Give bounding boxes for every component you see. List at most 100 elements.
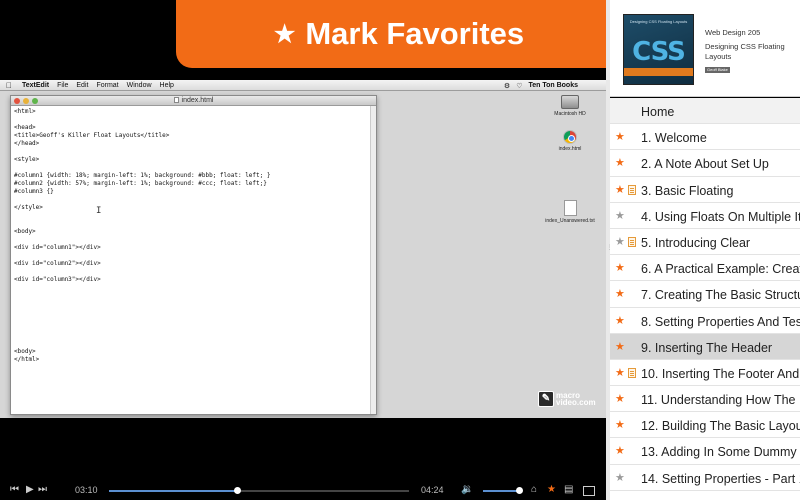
- banner-text: Mark Favorites: [305, 16, 525, 51]
- menubar-item-file: File: [57, 81, 69, 89]
- favorite-star-icon[interactable]: ★: [615, 471, 625, 484]
- volume-icon[interactable]: 🔉: [461, 484, 473, 495]
- lesson-item[interactable]: ★ 1. Welcome: [610, 124, 800, 151]
- fast-forward-icon[interactable]: ⏭: [38, 484, 47, 495]
- cover-logo: CSS: [632, 37, 686, 67]
- favorite-star-icon[interactable]: ★: [615, 261, 625, 274]
- lesson-item[interactable]: ★ 2. A Note About Set Up: [610, 150, 800, 177]
- lesson-item[interactable]: ★ 11. Understanding How The La: [610, 386, 800, 413]
- mac-menubar:  TextEdit File Edit Format Window Help …: [0, 80, 606, 91]
- course-cover: Designing CSS Floating Layouts CSS: [623, 14, 694, 85]
- minimize-light-icon: [23, 98, 29, 104]
- lesson-label: 1. Welcome: [641, 131, 707, 146]
- progress-fill[interactable]: [109, 490, 238, 492]
- favorite-star-icon[interactable]: ★: [615, 130, 625, 143]
- course-info: Web Design 205 Designing CSS Floating La…: [705, 28, 800, 74]
- lesson-label: 13. Adding In Some Dummy Co: [641, 445, 800, 460]
- rewind-icon[interactable]: ⏮: [10, 484, 19, 495]
- menubar-item-window: Window: [126, 81, 152, 89]
- volume-handle[interactable]: [516, 487, 523, 494]
- code-line: <html>: [14, 108, 36, 115]
- course-series: Web Design 205: [705, 28, 761, 37]
- video-frame[interactable]:  TextEdit File Edit Format Window Help …: [0, 80, 606, 418]
- favorite-star-icon[interactable]: ★: [615, 287, 625, 300]
- volume-slider[interactable]: [483, 490, 519, 492]
- fullscreen-icon[interactable]: [583, 486, 595, 496]
- code-text: <html> <head> <title>Geoff's Killer Float …: [14, 108, 368, 364]
- lesson-item[interactable]: ★ 4. Using Floats On Multiple Items: [610, 203, 800, 229]
- code-line: <body>: [14, 228, 36, 235]
- lesson-list[interactable]: Home ★ 1. Welcome ★ 2. A Note About Set Up ★ 3…: [610, 98, 800, 500]
- favorite-star-icon[interactable]: ★: [615, 444, 625, 457]
- favorite-star-icon[interactable]: ★: [615, 366, 625, 379]
- lesson-item[interactable]: ★ 13. Adding In Some Dummy Co: [610, 438, 800, 465]
- lesson-item[interactable]: ★ 5. Introducing Clear: [610, 229, 800, 256]
- apple-icon: : [6, 81, 16, 90]
- menubar-item-format: Format: [96, 81, 119, 89]
- code-line: #column2 {width: 57%; margin-left: 1%; b…: [14, 180, 267, 187]
- lesson-item[interactable]: ★ 7. Creating The Basic Structure: [610, 281, 800, 308]
- watermark-line2: video.com: [556, 398, 596, 407]
- window-controls: [14, 98, 38, 104]
- favorite-star-icon[interactable]: ★: [615, 183, 625, 196]
- course-author: Geoff Blake: [705, 67, 730, 73]
- menubar-app-name: TextEdit: [22, 81, 50, 89]
- notes-icon[interactable]: ▤: [564, 484, 573, 495]
- code-line: </style>: [14, 204, 43, 211]
- menubar-item-edit: Edit: [76, 81, 89, 89]
- time-total: 04:24: [421, 485, 444, 495]
- desktop-icon-txt: index_Unanswered.txt: [545, 200, 595, 224]
- lesson-label: 7. Creating The Basic Structure: [641, 288, 800, 303]
- code-line: #column1 {width: 18%; margin-left: 1%; b…: [14, 172, 271, 179]
- lesson-label: 10. Inserting The Footer And Fi: [641, 366, 800, 381]
- favorite-star-icon[interactable]: ★: [547, 484, 556, 495]
- playback-controls: ⏮ ▶ ⏭ 03:10 04:24 🔉 ⌂ ★ ▤: [0, 480, 606, 500]
- favorite-star-icon[interactable]: ★: [615, 418, 625, 431]
- progress-handle[interactable]: [234, 487, 241, 494]
- code-line: <style>: [14, 156, 40, 163]
- favorite-star-icon[interactable]: ★: [615, 209, 625, 222]
- code-line: <div id="column2"></div>: [14, 260, 101, 267]
- cover-stripe: [624, 68, 693, 76]
- favorite-star-icon[interactable]: ★: [615, 314, 625, 327]
- favorite-star-icon[interactable]: ★: [615, 392, 625, 405]
- lesson-item[interactable]: ★ 8. Setting Properties And Testing: [610, 308, 800, 334]
- gear-icon: ⚙: [503, 82, 511, 90]
- editor-title: index.html: [181, 97, 214, 104]
- cover-title: Designing CSS Floating Layouts: [629, 19, 688, 24]
- desktop-icon-html: index.html: [545, 130, 595, 152]
- video-player[interactable]:  TextEdit File Edit Format Window Help …: [0, 0, 606, 480]
- lesson-label: 4. Using Floats On Multiple Items: [641, 209, 800, 224]
- editor-scrollbar: [370, 106, 376, 414]
- text-file-icon: [563, 200, 577, 216]
- lesson-item[interactable]: ★ 10. Inserting The Footer And Fi: [610, 360, 800, 387]
- course-title: Designing CSS Floating Layouts: [705, 42, 785, 61]
- favorite-star-icon[interactable]: ★: [615, 340, 625, 353]
- favorite-star-icon[interactable]: ★: [615, 235, 625, 248]
- lesson-item[interactable]: ★ 14. Setting Properties - Part 1: [610, 465, 800, 491]
- desktop-icon-label: index.html: [558, 146, 582, 152]
- lesson-item[interactable]: ★ 12. Building The Basic Layout: [610, 412, 800, 439]
- zoom-light-icon: [32, 98, 38, 104]
- lesson-item[interactable]: ★ 9. Inserting The Header: [610, 333, 800, 360]
- lesson-item[interactable]: ★ 3. Basic Floating: [610, 177, 800, 203]
- lesson-home[interactable]: Home: [610, 98, 800, 125]
- home-icon[interactable]: ⌂: [531, 484, 537, 495]
- play-icon[interactable]: ▶: [26, 484, 34, 495]
- lesson-item[interactable]: ★ 6. A Practical Example: Creating: [610, 255, 800, 282]
- code-line: <body>: [14, 348, 36, 355]
- favorite-star-icon[interactable]: ★: [615, 156, 625, 169]
- lesson-label: 11. Understanding How The La: [641, 393, 800, 408]
- mark-favorites-banner: ★ Mark Favorites: [176, 0, 622, 68]
- hard-drive-icon: [561, 95, 579, 109]
- heart-icon: ♡: [516, 82, 523, 90]
